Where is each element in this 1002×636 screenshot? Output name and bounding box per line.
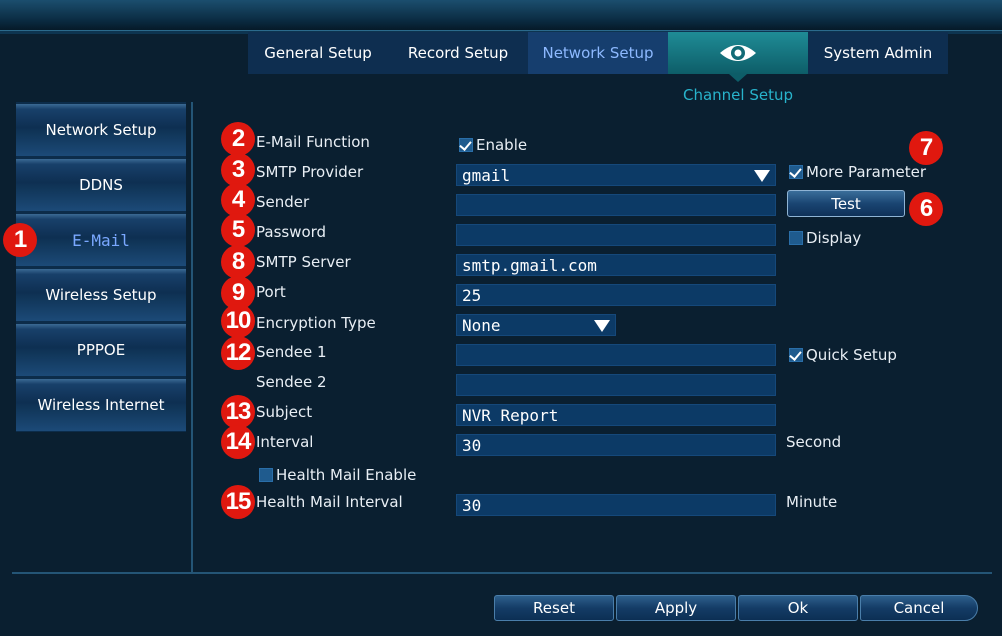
triangle-down-icon xyxy=(594,320,610,332)
tab-channel-setup[interactable] xyxy=(668,32,808,82)
divider-horizontal xyxy=(12,572,992,574)
port-input[interactable]: 25 xyxy=(456,284,776,306)
subject-label: Subject xyxy=(256,403,313,421)
email-function-label: E-Mail Function xyxy=(256,133,370,151)
callout-badge: 13 xyxy=(221,395,255,429)
smtp-server-input[interactable]: smtp.gmail.com xyxy=(456,254,776,276)
test-button[interactable]: Test xyxy=(787,190,905,217)
health-mail-interval-unit: Minute xyxy=(786,493,838,511)
callout-badge: 15 xyxy=(221,485,255,519)
callout-badge: 5 xyxy=(221,213,255,247)
sendee2-label: Sendee 2 xyxy=(256,373,327,391)
quick-setup-checkbox[interactable] xyxy=(789,348,803,362)
callout-badge: 4 xyxy=(221,183,255,217)
checkmark-icon xyxy=(459,138,472,151)
sidebar-item-pppoe[interactable]: PPPOE xyxy=(16,324,186,376)
quick-setup-label: Quick Setup xyxy=(806,346,897,364)
health-mail-interval-input[interactable]: 30 xyxy=(456,494,776,516)
tab-system-admin[interactable]: System Admin xyxy=(808,32,948,74)
sidebar-item-network-setup[interactable]: Network Setup xyxy=(16,104,186,156)
more-parameter-checkbox[interactable] xyxy=(789,165,803,179)
sidebar-item-ddns[interactable]: DDNS xyxy=(16,159,186,211)
interval-label: Interval xyxy=(256,433,314,451)
callout-badge: 6 xyxy=(909,192,943,226)
interval-unit: Second xyxy=(786,433,842,451)
email-enable-checkbox[interactable] xyxy=(459,138,473,152)
smtp-provider-label: SMTP Provider xyxy=(256,163,364,181)
checkmark-icon xyxy=(789,348,802,361)
title-bar xyxy=(0,0,1002,34)
tab-general-setup[interactable]: General Setup xyxy=(248,32,388,74)
sidebar-item-wireless-setup[interactable]: Wireless Setup xyxy=(16,269,186,321)
channel-setup-label: Channel Setup xyxy=(682,86,793,104)
port-label: Port xyxy=(256,283,286,301)
eye-icon xyxy=(720,45,756,61)
ok-button[interactable]: Ok xyxy=(738,595,858,621)
callout-badge: 3 xyxy=(221,153,255,187)
cancel-button[interactable]: Cancel xyxy=(860,595,978,621)
password-input[interactable] xyxy=(456,224,776,246)
display-password-label: Display xyxy=(806,229,862,247)
smtp-provider-select[interactable]: gmail xyxy=(456,164,776,186)
checkmark-icon xyxy=(789,165,802,178)
callout-badge: 10 xyxy=(221,304,255,338)
divider-vertical xyxy=(191,102,193,572)
sidebar-item-email[interactable]: E-Mail xyxy=(16,214,186,266)
sendee2-input[interactable] xyxy=(456,374,776,396)
triangle-down-icon xyxy=(754,170,770,182)
sender-label: Sender xyxy=(256,193,310,211)
callout-badge: 2 xyxy=(221,122,255,156)
sendee1-input[interactable] xyxy=(456,344,776,366)
subject-input[interactable]: NVR Report xyxy=(456,404,776,426)
sendee1-label: Sendee 1 xyxy=(256,343,327,361)
tab-record-setup[interactable]: Record Setup xyxy=(388,32,528,74)
sidebar-item-wireless-internet[interactable]: Wireless Internet xyxy=(16,379,186,431)
display-password-checkbox[interactable] xyxy=(789,231,803,245)
encryption-type-label: Encryption Type xyxy=(256,314,376,332)
callout-badge: 12 xyxy=(221,336,255,370)
sender-input[interactable] xyxy=(456,194,776,216)
apply-button[interactable]: Apply xyxy=(616,595,736,621)
callout-badge: 7 xyxy=(909,131,943,165)
smtp-provider-value: gmail xyxy=(462,165,511,185)
password-label: Password xyxy=(256,223,327,241)
interval-input[interactable]: 30 xyxy=(456,434,776,456)
health-mail-enable-checkbox[interactable] xyxy=(259,468,273,482)
email-enable-label: Enable xyxy=(476,136,528,154)
encryption-type-select[interactable]: None xyxy=(456,314,616,336)
reset-button[interactable]: Reset xyxy=(494,595,614,621)
tab-network-setup[interactable]: Network Setup xyxy=(528,32,668,74)
health-mail-enable-label: Health Mail Enable xyxy=(276,466,417,484)
callout-badge: 8 xyxy=(221,245,255,279)
health-mail-interval-label: Health Mail Interval xyxy=(256,493,403,511)
encryption-type-value: None xyxy=(462,315,501,335)
callout-badge: 1 xyxy=(3,223,37,257)
top-tab-bar: General Setup Record Setup Network Setup… xyxy=(248,32,948,82)
more-parameter-label: More Parameter xyxy=(806,163,926,181)
sidebar: Network Setup DDNS E-Mail Wireless Setup… xyxy=(16,102,186,432)
callout-badge: 14 xyxy=(221,425,255,459)
smtp-server-label: SMTP Server xyxy=(256,253,351,271)
